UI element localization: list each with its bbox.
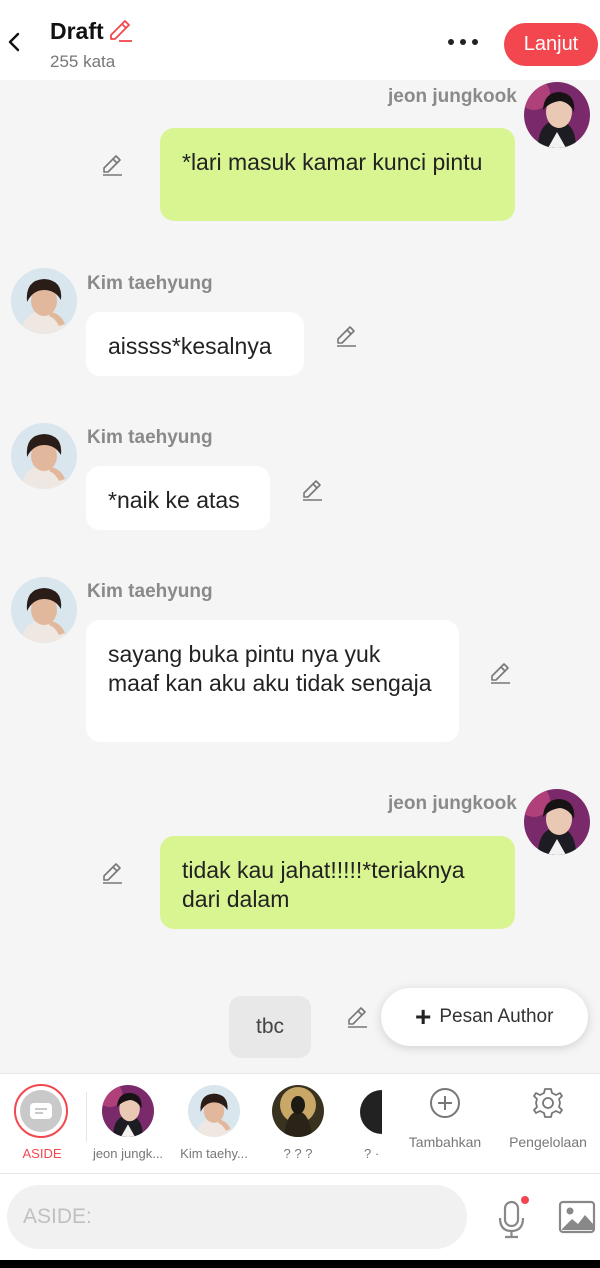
draft-title: Draft [50, 18, 104, 44]
message-bubble[interactable]: sayang buka pintu nya yuk maaf kan aku a… [86, 620, 459, 742]
narration-bubble[interactable]: tbc [229, 996, 311, 1058]
edit-pencil-icon[interactable] [488, 660, 514, 686]
avatar [188, 1085, 240, 1137]
back-arrow-icon[interactable] [4, 28, 24, 56]
microphone-icon[interactable] [494, 1196, 530, 1240]
input-bar [0, 1173, 600, 1260]
character-unknown[interactable]: ? ? ? [258, 1074, 338, 1174]
message-bubble[interactable]: *naik ke atas [86, 466, 270, 530]
character-label: Kim taehy... [180, 1146, 248, 1161]
edit-pencil-icon[interactable] [334, 323, 360, 349]
divider [86, 1092, 87, 1142]
manage-label: Pengelolaan [509, 1134, 587, 1150]
avatar[interactable] [11, 268, 77, 334]
add-label: Tambahkan [408, 1134, 482, 1150]
author-message-button[interactable]: + Pesan Author [381, 988, 588, 1046]
avatar [102, 1085, 154, 1137]
edit-pencil-icon[interactable] [345, 1004, 371, 1030]
top-bar: Draft 255 kata Lanjut [0, 0, 600, 80]
character-kim-taehyung[interactable]: Kim taehy... [174, 1074, 254, 1174]
sender-name: jeon jungkook [388, 86, 517, 107]
character-label: ? ? ? [283, 1146, 313, 1161]
plus-icon: + [415, 1001, 432, 1032]
character-label: ? · [364, 1146, 380, 1161]
edit-pencil-icon[interactable] [300, 477, 326, 503]
speech-bubble-icon [30, 1103, 52, 1119]
character-bar: ASIDE jeon jungk... Kim taehy... ? ? ? ?… [0, 1073, 600, 1173]
plus-circle-icon [430, 1088, 460, 1118]
edit-pencil-icon[interactable] [100, 152, 126, 178]
edit-pencil-icon[interactable] [100, 860, 126, 886]
add-character-button[interactable]: Tambahkan [400, 1074, 490, 1174]
character-label: jeon jungk... [92, 1146, 164, 1161]
message-input[interactable] [7, 1185, 467, 1249]
avatar[interactable] [11, 577, 77, 643]
gear-icon [533, 1088, 563, 1118]
avatar[interactable] [11, 423, 77, 489]
more-options-icon[interactable] [448, 32, 484, 52]
author-message-label: Pesan Author [439, 1006, 554, 1027]
navigation-strip [0, 1260, 600, 1268]
character-jeon-jungkook[interactable]: jeon jungk... [88, 1074, 168, 1174]
sender-name: Kim taehyung [87, 581, 213, 602]
character-label: ASIDE [22, 1146, 62, 1161]
message-bubble[interactable]: tidak kau jahat!!!!!*teriaknya dari dala… [160, 836, 515, 929]
sender-name: Kim taehyung [87, 273, 213, 294]
aside-avatar [14, 1084, 68, 1138]
character-aside[interactable]: ASIDE [0, 1074, 84, 1174]
next-button[interactable]: Lanjut [504, 23, 598, 66]
message-bubble[interactable]: aissss*kesalnya [86, 312, 304, 376]
pencil-icon[interactable] [108, 18, 134, 44]
avatar [360, 1090, 382, 1134]
image-icon[interactable] [558, 1200, 596, 1234]
word-count: 255 kata [50, 52, 116, 71]
avatar[interactable] [524, 789, 590, 855]
message-bubble[interactable]: *lari masuk kamar kunci pintu [160, 128, 515, 221]
sender-name: Kim taehyung [87, 427, 213, 448]
avatar[interactable] [524, 82, 590, 148]
sender-name: jeon jungkook [388, 793, 517, 814]
character-unknown-2[interactable]: ? · [352, 1074, 382, 1174]
manage-button[interactable]: Pengelolaan [503, 1074, 593, 1174]
avatar [272, 1085, 324, 1137]
